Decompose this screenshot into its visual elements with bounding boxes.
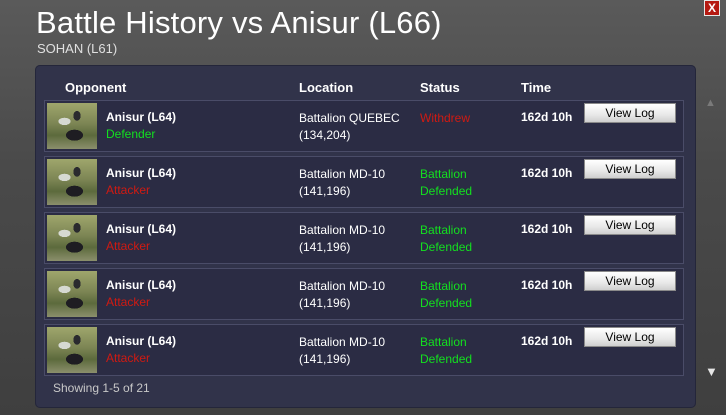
battle-location: Battalion MD-10 (141,196) bbox=[299, 222, 385, 256]
opponent-role: Attacker bbox=[106, 351, 151, 365]
view-log-button[interactable]: View Log bbox=[584, 327, 676, 347]
pagination-summary: Showing 1-5 of 21 bbox=[53, 381, 150, 395]
opponent-name: Anisur (L64) bbox=[106, 166, 177, 180]
opponent-role: Attacker bbox=[106, 183, 151, 197]
status-line-1: Withdrew bbox=[420, 111, 471, 125]
opponent-role: Defender bbox=[106, 127, 156, 141]
table-row: Anisur (L64) Attacker Battalion MD-10 (1… bbox=[44, 156, 684, 208]
battle-status: Battalion Defended bbox=[420, 222, 472, 256]
location-name: Battalion MD-10 bbox=[299, 335, 386, 349]
view-log-button[interactable]: View Log bbox=[584, 271, 676, 291]
status-line-1: Battalion bbox=[420, 223, 467, 237]
battle-time: 162d 10h bbox=[521, 222, 573, 236]
opponent-name: Anisur (L64) bbox=[106, 110, 177, 124]
window-title: Battle History vs Anisur (L66) bbox=[36, 5, 442, 40]
status-line-2: Defended bbox=[420, 296, 473, 310]
header-location: Location bbox=[299, 80, 354, 95]
location-coords: (141,196) bbox=[299, 352, 351, 366]
battle-location: Battalion MD-10 (141,196) bbox=[299, 278, 385, 312]
battle-location: Battalion MD-10 (141,196) bbox=[299, 334, 385, 368]
battle-location: Battalion MD-10 (141,196) bbox=[299, 166, 385, 200]
view-log-button[interactable]: View Log bbox=[584, 159, 676, 179]
header-opponent: Opponent bbox=[65, 80, 127, 95]
battle-time: 162d 10h bbox=[521, 334, 573, 348]
location-coords: (141,196) bbox=[299, 240, 351, 254]
opponent-name: Anisur (L64) bbox=[106, 278, 177, 292]
window-subtitle: SOHAN (L61) bbox=[37, 41, 118, 56]
battle-location: Battalion QUEBEC (134,204) bbox=[299, 110, 400, 144]
opponent-name: Anisur (L64) bbox=[106, 222, 177, 236]
status-line-1: Battalion bbox=[420, 279, 467, 293]
status-line-1: Battalion bbox=[420, 335, 467, 349]
table-row: Anisur (L64) Attacker Battalion MD-10 (1… bbox=[44, 268, 684, 320]
header-time: Time bbox=[521, 80, 552, 95]
opponent-avatar bbox=[47, 271, 97, 317]
opponent-avatar bbox=[47, 103, 97, 149]
scroll-down-icon[interactable]: ▼ bbox=[705, 365, 718, 378]
view-log-button[interactable]: View Log bbox=[584, 215, 676, 235]
status-line-1: Battalion bbox=[420, 167, 467, 181]
battle-status: Battalion Defended bbox=[420, 334, 472, 368]
table-row: Anisur (L64) Attacker Battalion MD-10 (1… bbox=[44, 324, 684, 376]
opponent-avatar bbox=[47, 327, 97, 373]
location-coords: (141,196) bbox=[299, 184, 351, 198]
opponent-role: Attacker bbox=[106, 295, 151, 309]
opponent-name: Anisur (L64) bbox=[106, 334, 177, 348]
header-status: Status bbox=[420, 80, 460, 95]
close-button[interactable]: X bbox=[704, 0, 720, 16]
location-name: Battalion MD-10 bbox=[299, 279, 386, 293]
view-log-button[interactable]: View Log bbox=[584, 103, 676, 123]
opponent-avatar bbox=[47, 159, 97, 205]
battle-time: 162d 10h bbox=[521, 278, 573, 292]
battle-status: Battalion Defended bbox=[420, 278, 472, 312]
location-name: Battalion QUEBEC bbox=[299, 111, 400, 125]
scroll-up-icon[interactable]: ▲ bbox=[705, 98, 716, 109]
status-line-2: Defended bbox=[420, 352, 473, 366]
battle-time: 162d 10h bbox=[521, 110, 573, 124]
location-name: Battalion MD-10 bbox=[299, 223, 386, 237]
location-coords: (134,204) bbox=[299, 128, 351, 142]
table-row: Anisur (L64) Attacker Battalion MD-10 (1… bbox=[44, 212, 684, 264]
battle-history-panel: Opponent Location Status Time Anisur (L6… bbox=[35, 65, 696, 408]
battle-status: Battalion Defended bbox=[420, 166, 472, 200]
opponent-avatar bbox=[47, 215, 97, 261]
status-line-2: Defended bbox=[420, 240, 473, 254]
opponent-role: Attacker bbox=[106, 239, 151, 253]
battle-status: Withdrew bbox=[420, 110, 470, 127]
location-coords: (141,196) bbox=[299, 296, 351, 310]
battle-time: 162d 10h bbox=[521, 166, 573, 180]
location-name: Battalion MD-10 bbox=[299, 167, 386, 181]
status-line-2: Defended bbox=[420, 184, 473, 198]
table-row: Anisur (L64) Defender Battalion QUEBEC (… bbox=[44, 100, 684, 152]
